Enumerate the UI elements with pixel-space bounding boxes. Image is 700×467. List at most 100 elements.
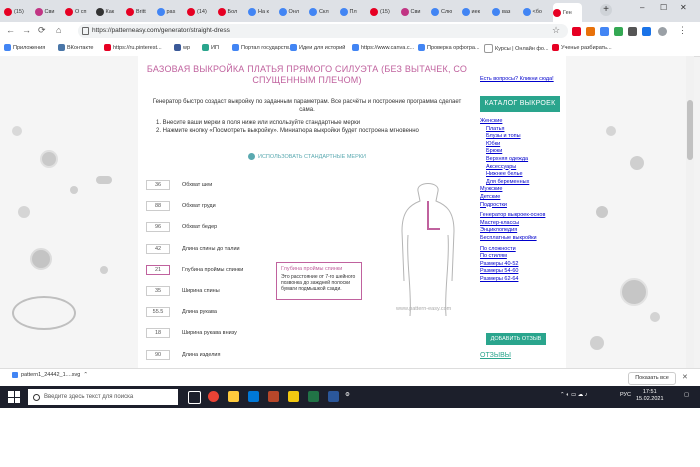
excel-icon[interactable] xyxy=(308,391,319,402)
extension-icon[interactable] xyxy=(600,27,609,36)
powerpoint-icon[interactable] xyxy=(268,391,279,402)
catalog-link[interactable]: Юбки xyxy=(480,141,566,149)
browser-tab[interactable]: ваз xyxy=(492,4,521,20)
bookmark-item[interactable]: Портал государств... xyxy=(232,44,294,51)
bookmark-item[interactable]: https://ru.pinterest... xyxy=(104,44,162,51)
extension-icon[interactable] xyxy=(572,27,581,36)
catalog-link[interactable]: Женские xyxy=(480,118,566,126)
download-item[interactable]: pattern1_24442_1....svg ⌃ xyxy=(12,372,88,378)
taskbar-clock[interactable]: 17:51 15.02.2021 xyxy=(636,389,664,403)
measurement-input[interactable] xyxy=(146,243,170,254)
browser-tab[interactable]: (15) xyxy=(370,4,399,20)
close-window-button[interactable]: ✕ xyxy=(680,3,687,12)
catalog-link[interactable]: Верхняя одежда xyxy=(480,156,566,164)
show-all-downloads-button[interactable]: Показать все xyxy=(628,372,676,385)
catalog-link[interactable]: Мастер-классы xyxy=(480,220,566,228)
browser-tab[interactable]: Britt xyxy=(126,4,155,20)
chevron-up-icon[interactable]: ⌃ xyxy=(83,372,88,378)
scrollbar-thumb[interactable] xyxy=(687,100,693,160)
browser-tab[interactable]: Слю xyxy=(431,4,460,20)
catalog-link[interactable]: По сложности xyxy=(480,246,566,254)
catalog-link[interactable]: Аксессуары xyxy=(480,164,566,172)
menu-icon[interactable]: ⋮ xyxy=(678,25,687,36)
new-tab-button[interactable]: + xyxy=(600,4,612,16)
browser-tab[interactable]: Ген xyxy=(553,3,582,22)
app-icon[interactable] xyxy=(288,391,299,402)
browser-tab[interactable]: <бо xyxy=(522,4,552,20)
catalog-link[interactable]: Блузы и топы xyxy=(480,133,566,141)
catalog-link[interactable]: Для беременных xyxy=(480,179,566,187)
bookmark-item[interactable]: ИП xyxy=(202,44,219,51)
settings-icon[interactable]: ⚙ xyxy=(345,392,350,398)
browser-tab[interactable]: Онл xyxy=(278,4,308,20)
measurement-input[interactable] xyxy=(146,286,170,296)
measurement-input[interactable] xyxy=(146,349,170,360)
browser-tab[interactable]: (15) xyxy=(4,4,33,20)
avatar[interactable] xyxy=(658,27,667,36)
catalog-link[interactable]: Подростки xyxy=(480,202,566,210)
bookmark-item[interactable]: Ученье разбирать... xyxy=(552,44,612,51)
browser-tab[interactable]: Пл xyxy=(339,4,369,20)
bookmark-item[interactable]: wp xyxy=(174,44,190,51)
catalog-link[interactable]: Размеры 62-64 xyxy=(480,276,566,284)
reload-icon[interactable]: ⟳ xyxy=(38,25,46,36)
tray-icons[interactable]: ⌃ ◐ ▭ ☁ ♪ xyxy=(560,392,588,398)
measurement-input[interactable] xyxy=(146,307,170,318)
bookmark-item[interactable]: Проверка орфогра... xyxy=(418,44,480,51)
bookmark-item[interactable]: Идеи для историй xyxy=(290,44,345,51)
catalog-link[interactable]: По стилям xyxy=(480,253,566,261)
taskbar-search-box[interactable]: Введите здесь текст для поиска xyxy=(28,389,178,405)
browser-tab[interactable]: pas xyxy=(156,4,186,20)
measurement-input[interactable] xyxy=(146,201,170,212)
bookmark-star-icon[interactable]: ☆ xyxy=(552,25,560,36)
browser-tab[interactable]: Как xyxy=(95,4,125,20)
word-icon[interactable] xyxy=(328,391,339,402)
browser-tab[interactable]: О сп xyxy=(65,4,94,20)
windows-start-icon[interactable] xyxy=(8,391,20,403)
notifications-icon[interactable]: ▢ xyxy=(684,392,689,398)
home-icon[interactable]: ⌂ xyxy=(56,25,61,35)
catalog-link[interactable]: Нижнее белье xyxy=(480,171,566,179)
mail-icon[interactable] xyxy=(248,391,259,402)
use-standard-measurements-link[interactable]: ИСПОЛЬЗОВАТЬ СТАНДАРТНЫЕ МЕРКИ xyxy=(248,153,366,160)
address-bar[interactable]: https://patterneasy.com/generator/straig… xyxy=(78,24,568,38)
forward-icon[interactable]: → xyxy=(22,25,31,35)
reviews-heading[interactable]: ОТЗЫВЫ xyxy=(480,352,511,359)
catalog-link[interactable]: Детские xyxy=(480,194,566,202)
language-indicator[interactable]: РУС xyxy=(620,392,631,398)
measurement-input[interactable] xyxy=(146,264,170,275)
chrome-icon[interactable] xyxy=(208,391,219,402)
back-icon[interactable]: ← xyxy=(6,25,15,35)
browser-tab[interactable]: Сви xyxy=(34,4,64,20)
bookmark-item[interactable]: https://www.canva.c... xyxy=(352,44,414,51)
minimize-button[interactable]: – xyxy=(640,3,644,12)
catalog-link[interactable]: Бесплатные выкройки xyxy=(480,235,566,243)
browser-tab[interactable]: На к xyxy=(248,4,277,20)
measurement-input[interactable] xyxy=(146,328,170,339)
maximize-button[interactable]: ☐ xyxy=(660,3,667,12)
measurement-input[interactable] xyxy=(146,222,170,233)
catalog-link[interactable]: Платья xyxy=(480,126,566,134)
add-review-button[interactable]: ДОБАВИТЬ ОТЗЫВ xyxy=(486,333,546,345)
browser-tab[interactable]: Скл xyxy=(309,4,338,20)
extension-icon[interactable] xyxy=(586,27,595,36)
browser-tab[interactable]: Бол xyxy=(217,4,247,20)
extension-icon[interactable] xyxy=(642,27,651,36)
measurement-input[interactable] xyxy=(146,180,170,190)
folder-icon[interactable] xyxy=(228,391,239,402)
task-view-icon[interactable] xyxy=(188,391,201,404)
catalog-link[interactable]: Генератор выкроек-основ xyxy=(480,212,566,220)
catalog-link[interactable]: Энциклопедия xyxy=(480,227,566,235)
browser-tab[interactable]: иек xyxy=(461,4,491,20)
extension-icon[interactable] xyxy=(628,27,637,36)
catalog-link[interactable]: Брюки xyxy=(480,148,566,156)
catalog-link[interactable]: Размеры 40-52 xyxy=(480,261,566,269)
bookmark-item[interactable]: Курсы | Онлайн фо... xyxy=(484,44,549,53)
questions-link[interactable]: Есть вопросы? Кликни сюда! xyxy=(480,76,554,82)
browser-tab[interactable]: Сви xyxy=(400,4,430,20)
close-download-bar-button[interactable]: ✕ xyxy=(682,373,688,381)
catalog-link[interactable]: Размеры 54-60 xyxy=(480,268,566,276)
bookmark-item[interactable]: Приложения xyxy=(4,44,45,51)
browser-tab[interactable]: (14) xyxy=(187,4,216,20)
catalog-link[interactable]: Мужские xyxy=(480,186,566,194)
